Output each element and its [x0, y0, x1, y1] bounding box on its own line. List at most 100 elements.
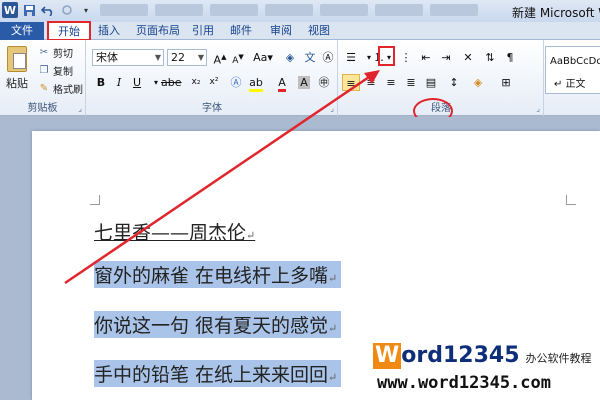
- font-color-icon[interactable]: A: [273, 74, 291, 92]
- phonetic-guide-icon[interactable]: 文: [301, 49, 319, 66]
- document-heading[interactable]: 七里香——周杰伦↵: [94, 218, 255, 245]
- style-gallery[interactable]: AaBbCcDd ↵ 正文: [545, 46, 600, 94]
- tab-home[interactable]: 开始: [47, 21, 91, 41]
- character-border-icon[interactable]: Ⓐ: [319, 49, 337, 66]
- clear-formatting-icon[interactable]: ◈: [281, 49, 299, 66]
- tab-review[interactable]: 审阅: [266, 22, 296, 40]
- heading-text: 七里香——周杰伦: [94, 222, 247, 244]
- watermark-url: www.word12345.com: [377, 373, 551, 393]
- brush-icon: ✎: [39, 82, 49, 94]
- watermark-tagline: 办公软件教程: [525, 352, 592, 365]
- line-text: 窗外的麻雀 在电线杆上多嘴: [94, 265, 329, 287]
- document-line-1[interactable]: 窗外的麻雀 在电线杆上多嘴↵: [94, 261, 342, 288]
- justify-icon[interactable]: ≣: [402, 74, 420, 91]
- font-size-value: 22: [171, 51, 185, 64]
- blurred-document-tab: [155, 4, 203, 16]
- customize-toolbar-icon[interactable]: ▾: [78, 2, 94, 18]
- font-name-select[interactable]: 宋体 ▼: [92, 49, 164, 66]
- borders-icon[interactable]: ⊞: [497, 74, 515, 91]
- blurred-document-tab: [375, 4, 423, 16]
- watermark-brand-w: W: [373, 343, 402, 369]
- distributed-icon[interactable]: ▤: [422, 74, 440, 91]
- chinese-layout-icon[interactable]: ✕: [459, 49, 477, 66]
- align-center-icon[interactable]: ≡: [362, 74, 380, 91]
- document-line-3[interactable]: 手中的铅笔 在纸上来来回回↵: [94, 360, 342, 387]
- line-spacing-icon[interactable]: ↕: [445, 74, 463, 91]
- highlight-icon[interactable]: ab: [247, 74, 265, 92]
- bullets-icon[interactable]: ☰: [342, 49, 360, 66]
- clipboard-icon: [7, 46, 27, 72]
- copy-button[interactable]: ❐ 复制: [38, 62, 73, 78]
- blurred-document-tab: [210, 4, 258, 16]
- save-icon[interactable]: [21, 2, 37, 18]
- tab-view[interactable]: 视图: [304, 22, 334, 40]
- decrease-indent-icon[interactable]: ⇤: [417, 49, 435, 66]
- grow-font-icon[interactable]: A▲: [211, 49, 229, 67]
- paste-label: 粘贴: [6, 77, 28, 90]
- subscript-icon[interactable]: x₂: [187, 74, 205, 91]
- italic-icon[interactable]: I: [110, 74, 128, 91]
- blurred-document-tab: [430, 4, 478, 16]
- watermark-brand-rest: ord12345: [401, 343, 520, 368]
- change-case-icon[interactable]: Aa▾: [251, 49, 275, 66]
- ribbon: 粘贴 ✂ 剪切 ❐ 复制 ✎ 格式刷 剪贴板 ⌟ 宋体 ▼ 22 ▼ A▲ A▼…: [0, 40, 600, 116]
- dialog-launcher-icon[interactable]: ⌟: [78, 104, 82, 113]
- align-left-icon[interactable]: ≡: [342, 74, 360, 91]
- paste-button[interactable]: 粘贴: [4, 44, 30, 94]
- enclose-characters-icon[interactable]: ㊥: [315, 74, 333, 91]
- font-name-value: 宋体: [96, 51, 118, 64]
- paragraph-mark: ↵: [328, 322, 338, 335]
- paragraph-mark: ↵: [246, 229, 256, 242]
- format-painter-label: 格式刷: [53, 84, 83, 96]
- margin-corner-mark: [90, 195, 100, 205]
- format-painter-button[interactable]: ✎ 格式刷: [38, 80, 83, 96]
- chevron-down-icon: ▼: [154, 53, 161, 62]
- cut-button[interactable]: ✂ 剪切: [38, 44, 73, 60]
- font-group: 宋体 ▼ 22 ▼ A▲ A▼ Aa▾ ◈ 文 Ⓐ B I U ▾ abe x₂…: [87, 40, 338, 116]
- shrink-font-icon[interactable]: A▼: [229, 49, 247, 66]
- document-line-2[interactable]: 你说这一句 很有夏天的感觉↵: [94, 311, 342, 338]
- strikethrough-icon[interactable]: abe: [161, 74, 182, 91]
- character-shading-icon[interactable]: A: [295, 74, 313, 91]
- word-app-icon[interactable]: W: [2, 2, 18, 18]
- tab-insert[interactable]: 插入: [92, 22, 126, 40]
- font-group-label: 字体: [202, 103, 222, 114]
- multilevel-list-icon[interactable]: ⋮: [397, 49, 415, 66]
- underline-icon[interactable]: U: [128, 74, 146, 91]
- shading-icon[interactable]: ◈: [469, 74, 487, 91]
- style-normal-label: ↵ 正文: [554, 79, 586, 90]
- watermark: Word12345 办公软件教程 www.word12345.com: [369, 339, 600, 400]
- tab-references[interactable]: 引用: [188, 22, 218, 40]
- undo-icon[interactable]: [40, 2, 56, 18]
- numbering-dropdown-highlight: [378, 46, 395, 66]
- line-text: 你说这一句 很有夏天的感觉: [94, 315, 329, 337]
- tab-mailings[interactable]: 邮件: [226, 22, 256, 40]
- paragraph-mark: ↵: [328, 272, 338, 285]
- title-bar: W ▾ 新建 Microsoft Wo: [0, 0, 600, 22]
- bold-icon[interactable]: B: [92, 74, 110, 91]
- line-text: 手中的铅笔 在纸上来来回回: [94, 364, 329, 386]
- dialog-launcher-icon[interactable]: ⌟: [330, 104, 334, 113]
- tab-file[interactable]: 文件: [0, 22, 44, 40]
- show-formatting-marks-icon[interactable]: ¶: [501, 49, 519, 66]
- clipboard-group-label: 剪贴板: [27, 103, 58, 114]
- sort-icon[interactable]: ⇅: [481, 49, 499, 66]
- blurred-document-tab: [265, 4, 313, 16]
- scissors-icon: ✂: [39, 46, 49, 58]
- redo-icon[interactable]: [59, 2, 75, 18]
- margin-corner-mark: [566, 195, 576, 205]
- text-effects-icon[interactable]: Ⓐ: [227, 74, 245, 91]
- watermark-brand: Word12345 办公软件教程: [373, 343, 592, 369]
- align-right-icon[interactable]: ≡: [382, 74, 400, 91]
- tab-page-layout[interactable]: 页面布局: [132, 22, 184, 40]
- superscript-icon[interactable]: x²: [205, 74, 223, 91]
- ribbon-tabs: 文件 开始 插入 页面布局 引用 邮件 审阅 视图: [0, 21, 600, 41]
- style-sample-text: AaBbCcDd: [550, 56, 600, 67]
- dialog-launcher-icon[interactable]: ⌟: [536, 104, 540, 113]
- clipboard-group: 粘贴 ✂ 剪切 ❐ 复制 ✎ 格式刷 剪贴板 ⌟: [0, 40, 86, 116]
- increase-indent-icon[interactable]: ⇥: [437, 49, 455, 66]
- blurred-document-tab: [100, 4, 148, 16]
- copy-label: 复制: [53, 66, 73, 78]
- chevron-down-icon: ▼: [197, 53, 204, 62]
- font-size-select[interactable]: 22 ▼: [167, 49, 207, 66]
